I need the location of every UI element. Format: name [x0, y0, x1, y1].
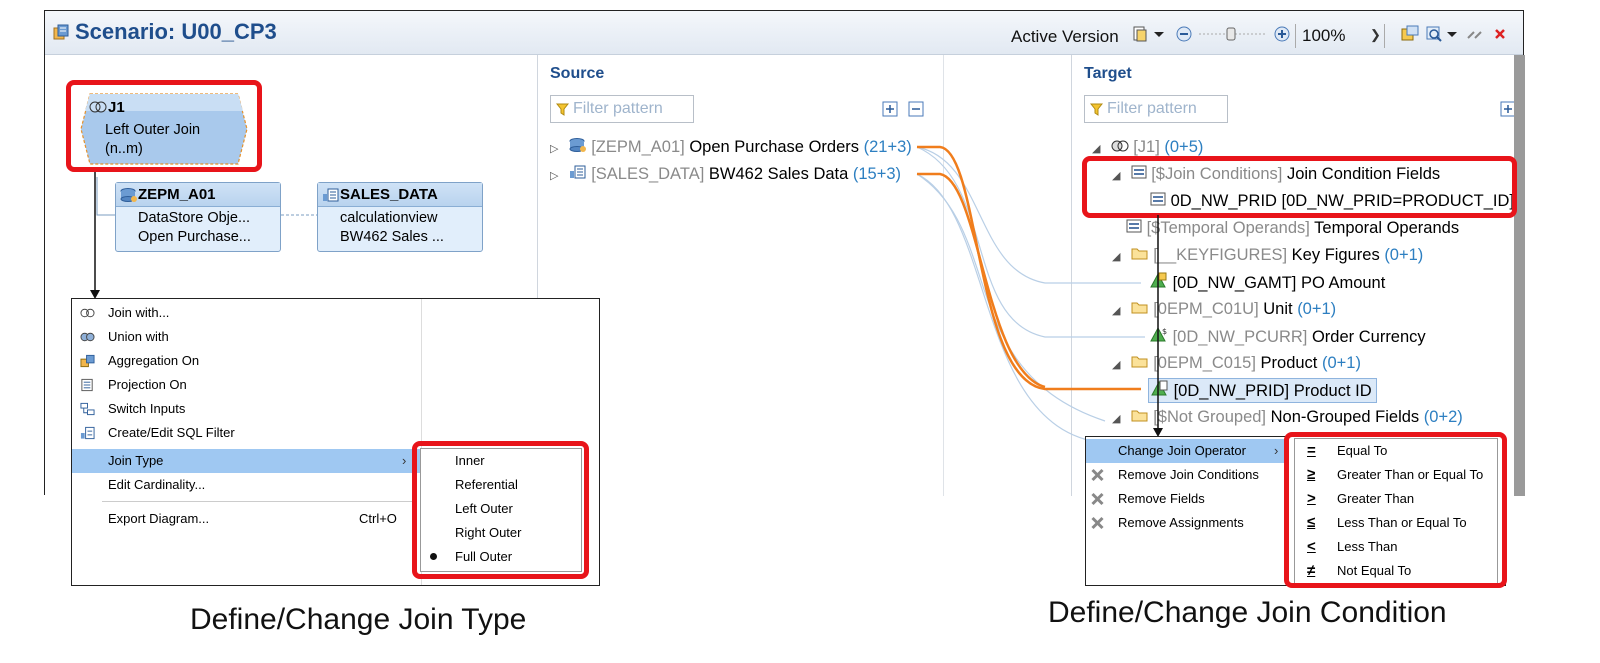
menu-label: Join with...	[108, 305, 170, 320]
menu-label: Remove Assignments	[1118, 515, 1244, 530]
menu-label: Projection On	[108, 377, 187, 392]
menu-item-union-with[interactable]: Union with	[72, 325, 422, 349]
remove-icon	[1091, 492, 1104, 506]
menu-item-aggregation-on[interactable]: Aggregation On	[72, 349, 422, 373]
menu-item-remove-fields[interactable]: Remove Fields	[1086, 487, 1286, 511]
projection-icon	[81, 378, 93, 392]
menu-item-join-type[interactable]: Join Type ›	[72, 449, 422, 473]
menu-item-export-diagram[interactable]: Export Diagram... Ctrl+O	[72, 507, 422, 531]
menu-label: Export Diagram...	[108, 511, 210, 526]
join-icon	[80, 308, 95, 318]
menu-label: Union with	[108, 329, 169, 344]
caption-join-condition: Define/Change Join Condition	[1048, 596, 1447, 629]
union-icon	[80, 332, 95, 342]
menu-label: Aggregation On	[108, 353, 200, 368]
menu-item-projection-on[interactable]: Projection On	[72, 373, 422, 397]
menu-item-edit-cardinality[interactable]: Edit Cardinality...	[72, 473, 422, 497]
menu-item-remove-join-conditions[interactable]: Remove Join Conditions	[1086, 463, 1286, 487]
menu-item-switch-inputs[interactable]: Switch Inputs	[72, 397, 422, 421]
menu-label: Switch Inputs	[108, 401, 186, 416]
remove-icon	[1091, 516, 1104, 530]
menu-label: Create/Edit SQL Filter	[108, 425, 235, 440]
aggregation-icon	[80, 354, 95, 368]
menu-label: Remove Fields	[1118, 491, 1205, 506]
remove-icon	[1091, 468, 1104, 482]
submenu-arrow-icon: ›	[1274, 443, 1279, 458]
menu-shortcut: Ctrl+O	[359, 511, 397, 526]
menu-label: Join Type	[108, 453, 164, 468]
highlight-operator-submenu	[1284, 432, 1507, 588]
menu-label: Change Join Operator	[1118, 443, 1246, 458]
menu-item-remove-assignments[interactable]: Remove Assignments	[1086, 511, 1286, 535]
menu-label: Edit Cardinality...	[108, 477, 206, 492]
menu-item-change-join-operator[interactable]: Change Join Operator ›	[1086, 439, 1286, 463]
menu-label: Remove Join Conditions	[1118, 467, 1259, 482]
menu-item-sql-filter[interactable]: Create/Edit SQL Filter	[72, 421, 422, 445]
menu-separator	[102, 501, 414, 502]
menu-item-join-with[interactable]: Join with...	[72, 301, 422, 325]
caption-join-type: Define/Change Join Type	[190, 603, 527, 636]
submenu-arrow-icon: ›	[402, 453, 407, 468]
highlight-join-type-submenu	[412, 441, 589, 579]
switch-icon	[80, 402, 95, 416]
filter-icon	[80, 426, 95, 440]
